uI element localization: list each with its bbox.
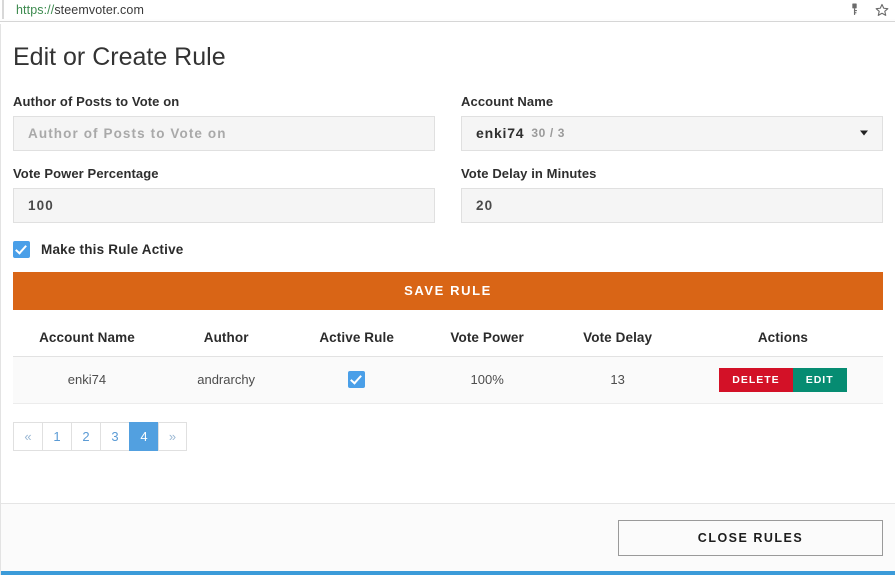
header-vote-power: Vote Power: [421, 323, 553, 357]
account-name-counts: 30 / 3: [531, 126, 566, 140]
cell-active-rule: [291, 356, 422, 404]
account-name-select[interactable]: enki74 30 / 3: [461, 115, 883, 151]
label-vote-power: Vote Power Percentage: [13, 165, 159, 181]
rules-table: Account Name Author Active Rule Vote Pow…: [13, 323, 883, 404]
author-input[interactable]: Author of Posts to Vote on: [13, 115, 435, 151]
table-row: enki74 andrarchy 100% 13 DELETE EDIT: [13, 356, 883, 404]
browser-icon-group: [847, 0, 889, 19]
url-display[interactable]: https://steemvoter.com: [2, 0, 144, 19]
make-rule-active-label: Make this Rule Active: [41, 241, 184, 257]
form-row-1: Author of Posts to Vote on Author of Pos…: [13, 94, 883, 151]
form-row-2: Vote Power Percentage 100 Vote Delay in …: [13, 166, 883, 223]
bottom-accent-strip: [1, 571, 895, 575]
field-vote-delay-group: Vote Delay in Minutes 20: [461, 166, 883, 223]
make-rule-active-checkbox[interactable]: [13, 240, 30, 258]
action-button-group: DELETE EDIT: [719, 367, 847, 392]
cell-vote-power: 100%: [421, 356, 553, 404]
pagination-prev[interactable]: «: [13, 421, 42, 451]
cell-author: andrarchy: [160, 356, 292, 404]
pagination-page-3[interactable]: 3: [100, 421, 129, 451]
cell-account-name: enki74: [13, 356, 161, 404]
url-scheme: https://: [16, 2, 55, 17]
field-author-group: Author of Posts to Vote on Author of Pos…: [13, 94, 435, 151]
pagination-page-2[interactable]: 2: [71, 421, 100, 451]
vote-power-input[interactable]: 100: [13, 187, 435, 223]
vote-delay-input[interactable]: 20: [461, 187, 883, 223]
header-account-name: Account Name: [13, 323, 161, 357]
header-actions: Actions: [682, 323, 883, 357]
edit-button[interactable]: EDIT: [792, 367, 847, 392]
label-vote-delay: Vote Delay in Minutes: [461, 165, 597, 181]
footer-bar: CLOSE RULES: [1, 503, 895, 571]
delete-button[interactable]: DELETE: [719, 367, 793, 392]
chevron-down-icon: [860, 130, 868, 136]
label-account-name: Account Name: [461, 93, 554, 109]
make-rule-active-row: Make this Rule Active: [13, 240, 883, 258]
label-author: Author of Posts to Vote on: [13, 93, 180, 109]
page-content: Edit or Create Rule Author of Posts to V…: [1, 24, 895, 451]
cell-actions: DELETE EDIT: [682, 356, 883, 404]
bookmark-star-icon[interactable]: [875, 3, 889, 17]
header-active-rule: Active Rule: [291, 323, 422, 357]
browser-url-bar: https://steemvoter.com: [0, 0, 895, 22]
header-vote-delay: Vote Delay: [552, 323, 683, 357]
account-name-value: enki74: [476, 125, 525, 141]
table-header-row: Account Name Author Active Rule Vote Pow…: [13, 323, 883, 357]
field-account-group: Account Name enki74 30 / 3: [461, 94, 883, 151]
field-vote-power-group: Vote Power Percentage 100: [13, 166, 435, 223]
app-page: Edit or Create Rule Author of Posts to V…: [0, 24, 895, 575]
pagination-page-4[interactable]: 4: [129, 421, 158, 451]
save-rule-button[interactable]: SAVE RULE: [13, 271, 883, 310]
url-host: steemvoter.com: [54, 2, 144, 17]
pagination: « 1 2 3 4 »: [13, 421, 883, 451]
cell-vote-delay: 13: [552, 356, 683, 404]
row-active-checkbox[interactable]: [348, 371, 366, 389]
close-rules-button[interactable]: CLOSE RULES: [618, 519, 883, 556]
key-icon[interactable]: [847, 3, 861, 17]
pagination-next[interactable]: »: [158, 421, 187, 451]
pagination-page-1[interactable]: 1: [42, 421, 71, 451]
page-title: Edit or Create Rule: [13, 43, 226, 71]
header-author: Author: [160, 323, 292, 357]
